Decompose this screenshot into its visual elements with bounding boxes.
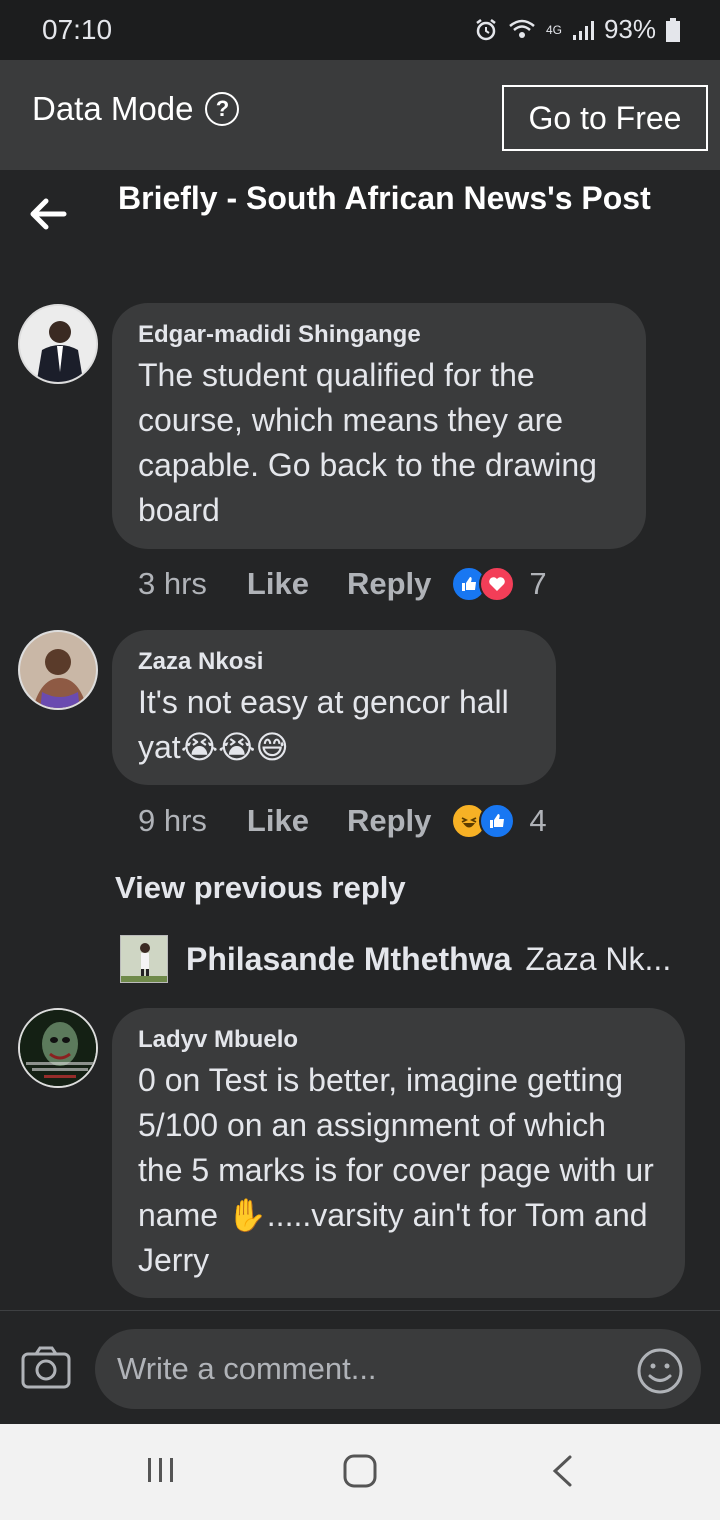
home-icon[interactable] <box>343 1454 377 1493</box>
status-time: 07:10 <box>42 14 113 45</box>
page-title: Briefly - South African News's Post <box>118 180 651 216</box>
comment-composer: Write a comment... <box>0 1310 720 1424</box>
comment-bubble[interactable]: Edgar-madidi Shingange The student quali… <box>112 303 646 549</box>
back-nav-icon[interactable] <box>550 1454 574 1493</box>
wifi-icon <box>508 18 536 42</box>
like-button[interactable]: Like <box>247 803 309 839</box>
emoji-icon[interactable] <box>636 1347 684 1400</box>
comment-bubble[interactable]: Ladyv Mbuelo 0 on Test is better, imagin… <box>112 1008 685 1298</box>
avatar <box>120 935 168 983</box>
comment-time: 3 hrs <box>138 566 207 601</box>
scrolled-meta-remnant <box>150 258 190 270</box>
comment-author[interactable]: Edgar-madidi Shingange <box>138 321 618 349</box>
comment-text: The student qualified for the course, wh… <box>138 357 597 528</box>
status-bar: 07:10 4G 93% <box>0 0 720 60</box>
data-mode-label: Data Mode ? <box>32 90 240 128</box>
reactions-summary[interactable] <box>451 803 516 839</box>
battery-percent: 93% <box>603 14 656 44</box>
go-to-free-button[interactable]: Go to Free <box>502 85 708 151</box>
data-mode-bar: Data Mode ? Go to Free <box>0 60 720 170</box>
like-button[interactable]: Like <box>247 566 309 602</box>
system-nav-bar <box>0 1424 720 1520</box>
comment-bubble[interactable]: Zaza Nkosi It's not easy at gencor hall … <box>112 630 556 785</box>
battery-icon <box>666 17 680 42</box>
reactions-summary[interactable] <box>451 566 516 602</box>
post-header: Briefly - South African News's Post <box>0 170 720 270</box>
reply-button[interactable]: Reply <box>347 566 431 602</box>
alarm-icon <box>474 18 498 42</box>
comment-text: It's not easy at gencor hall yat😭😭😅 <box>138 684 509 765</box>
comment-author[interactable]: Zaza Nkosi <box>138 648 528 676</box>
reply-button[interactable]: Reply <box>347 803 431 839</box>
reaction-count: 4 <box>529 803 547 838</box>
comments-feed: Edgar-madidi Shingange The student quali… <box>0 270 720 1310</box>
like-icon <box>479 803 516 839</box>
network-type-label: 4G <box>545 22 562 37</box>
recent-apps-icon[interactable] <box>145 1454 177 1491</box>
data-mode-text: Data Mode <box>32 90 194 127</box>
comment-input[interactable]: Write a comment... <box>95 1329 701 1409</box>
help-icon[interactable]: ? <box>205 92 240 126</box>
avatar[interactable] <box>18 1008 98 1088</box>
back-arrow-icon[interactable] <box>28 196 68 237</box>
avatar[interactable] <box>18 304 98 384</box>
comment-author[interactable]: Ladyv Mbuelo <box>138 1026 657 1054</box>
reaction-count: 7 <box>529 566 547 601</box>
status-icons: 4G 93% <box>474 14 680 45</box>
signal-icon <box>572 19 594 41</box>
comment-time: 9 hrs <box>138 803 207 838</box>
view-previous-reply-link[interactable]: View previous reply <box>115 870 406 906</box>
reply-author[interactable]: Philasande Mthethwa <box>186 941 511 978</box>
avatar[interactable] <box>18 630 98 710</box>
comment-actions: 9 hrs Like Reply 4 <box>138 803 547 839</box>
comment-actions: 3 hrs Like Reply 7 <box>138 566 547 602</box>
love-icon <box>479 566 516 602</box>
camera-icon[interactable] <box>20 1345 72 1396</box>
reply-preview[interactable]: Philasande Mthethwa Zaza Nk... <box>120 935 671 983</box>
comment-text: 0 on Test is better, imagine getting 5/1… <box>138 1062 654 1278</box>
reply-text: Zaza Nk... <box>525 940 672 977</box>
